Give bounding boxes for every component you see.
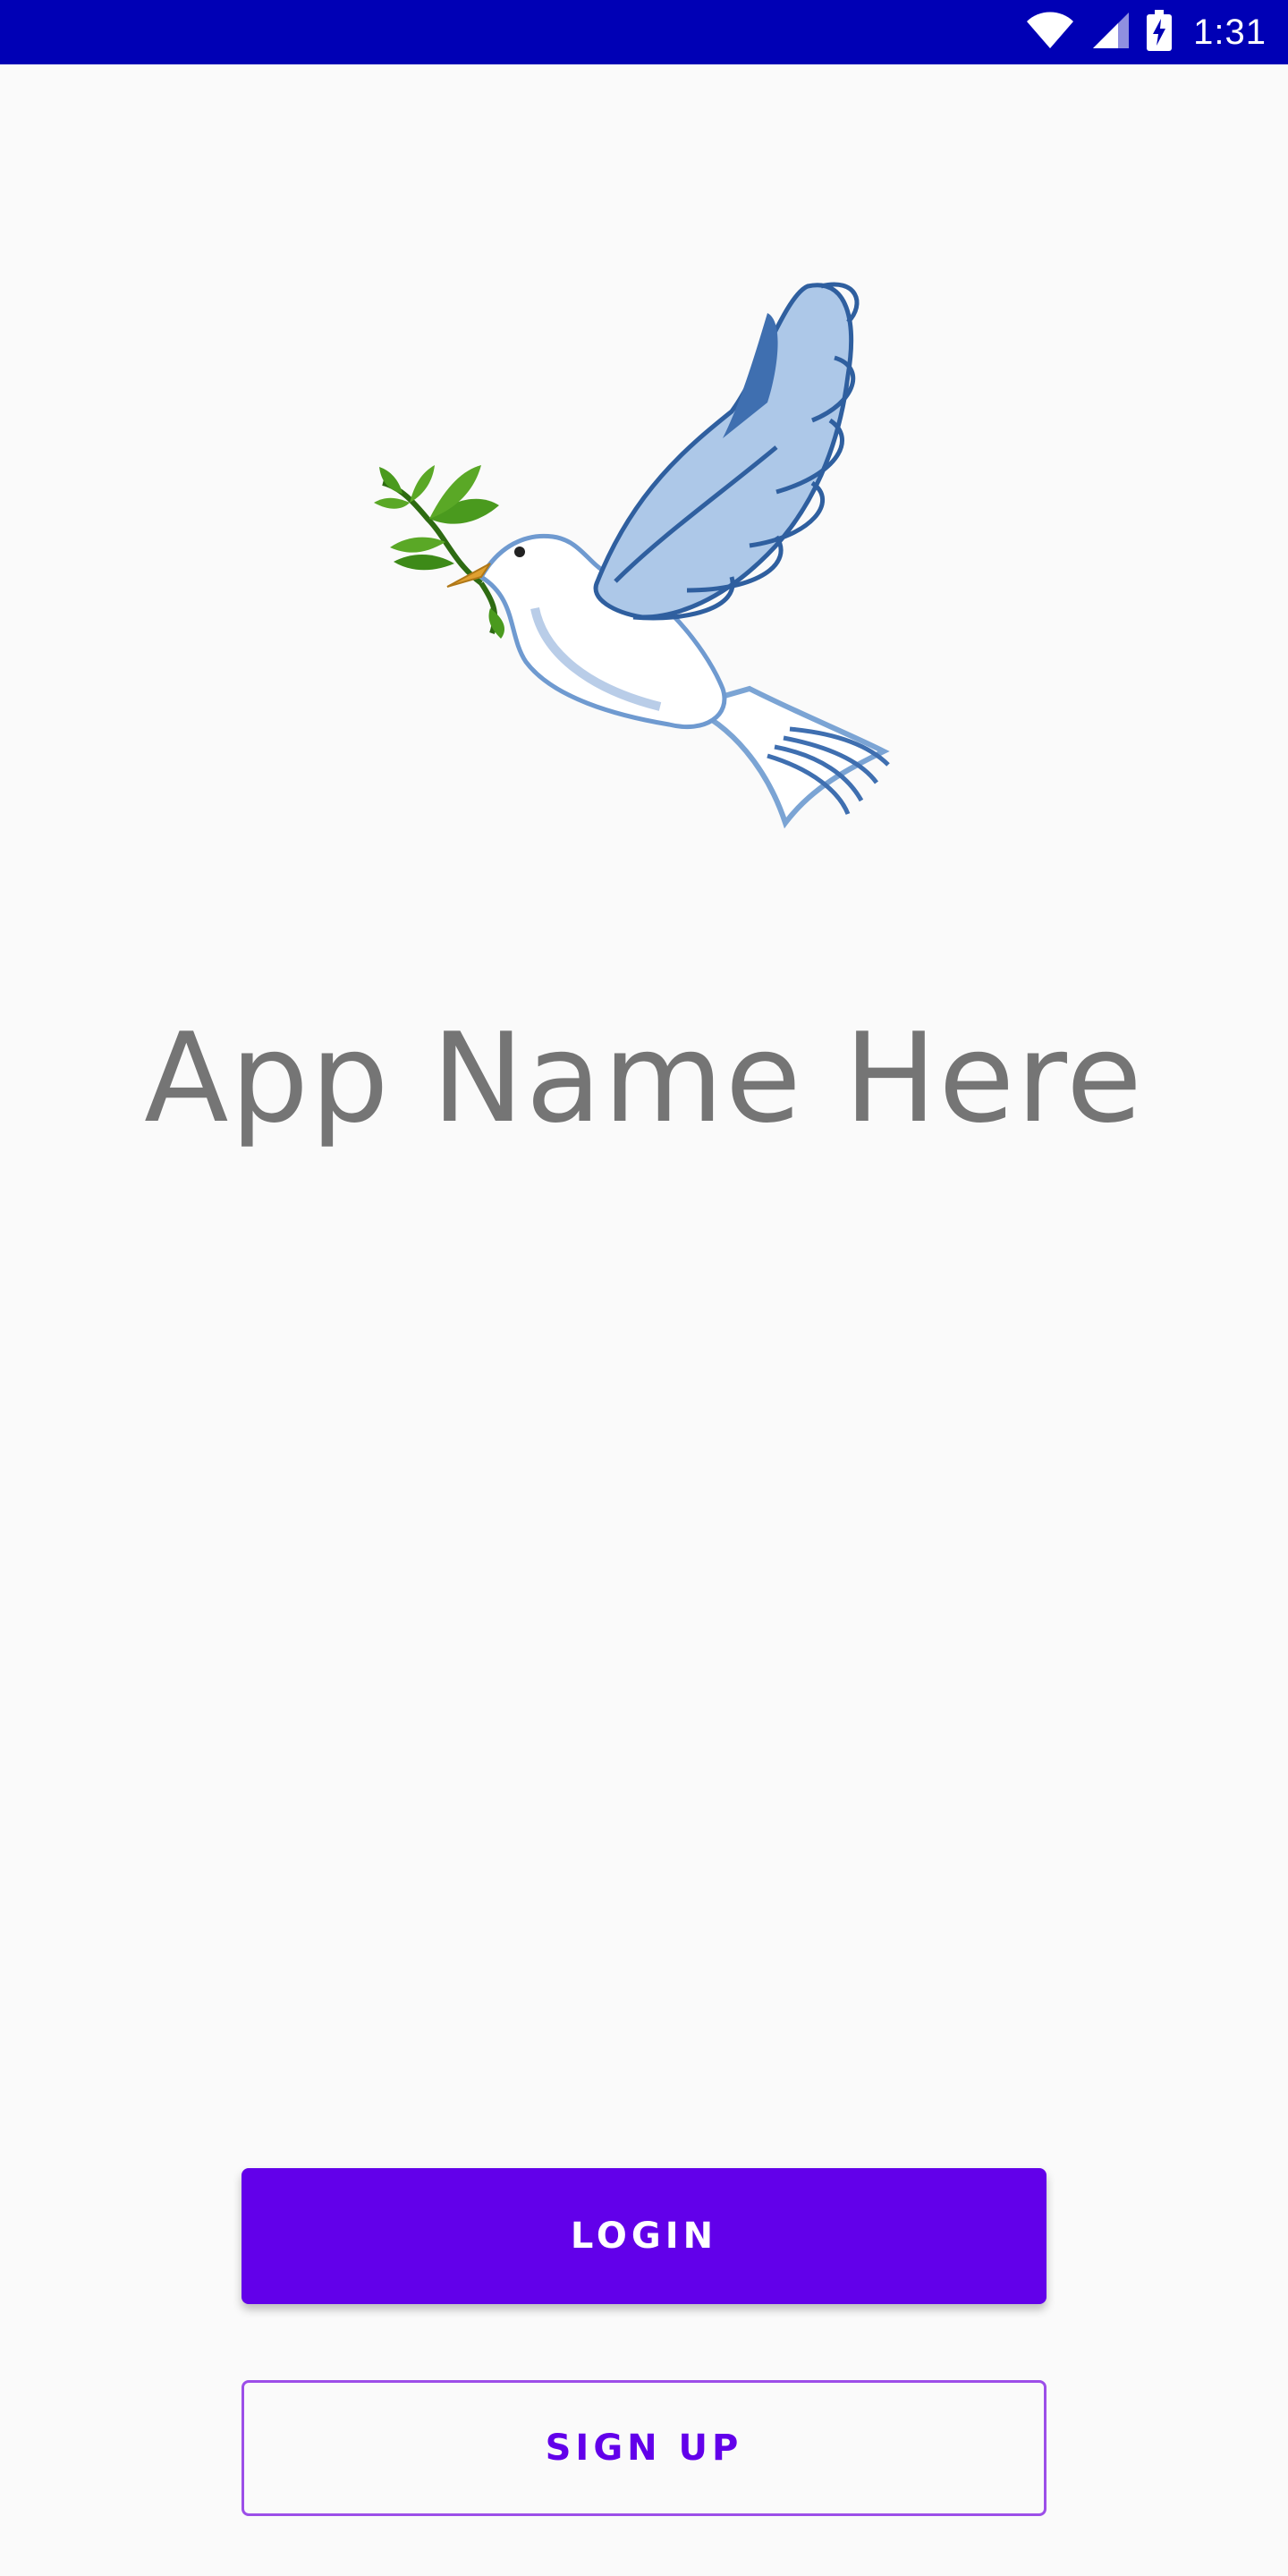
status-time: 1:31 [1193,12,1267,52]
status-icons: 1:31 [1025,0,1267,64]
dove-with-olive-branch-icon [347,268,919,877]
dove-wing [593,282,860,621]
app-name-title: App Name Here [144,1006,1144,1150]
cell-signal-icon [1091,11,1131,55]
login-button[interactable]: LOGIN [242,2168,1046,2304]
olive-branch [374,465,504,639]
battery-charging-icon [1147,9,1173,55]
status-bar: 1:31 [0,0,1288,64]
signup-button[interactable]: SIGN UP [242,2380,1046,2516]
wifi-icon [1025,11,1075,55]
